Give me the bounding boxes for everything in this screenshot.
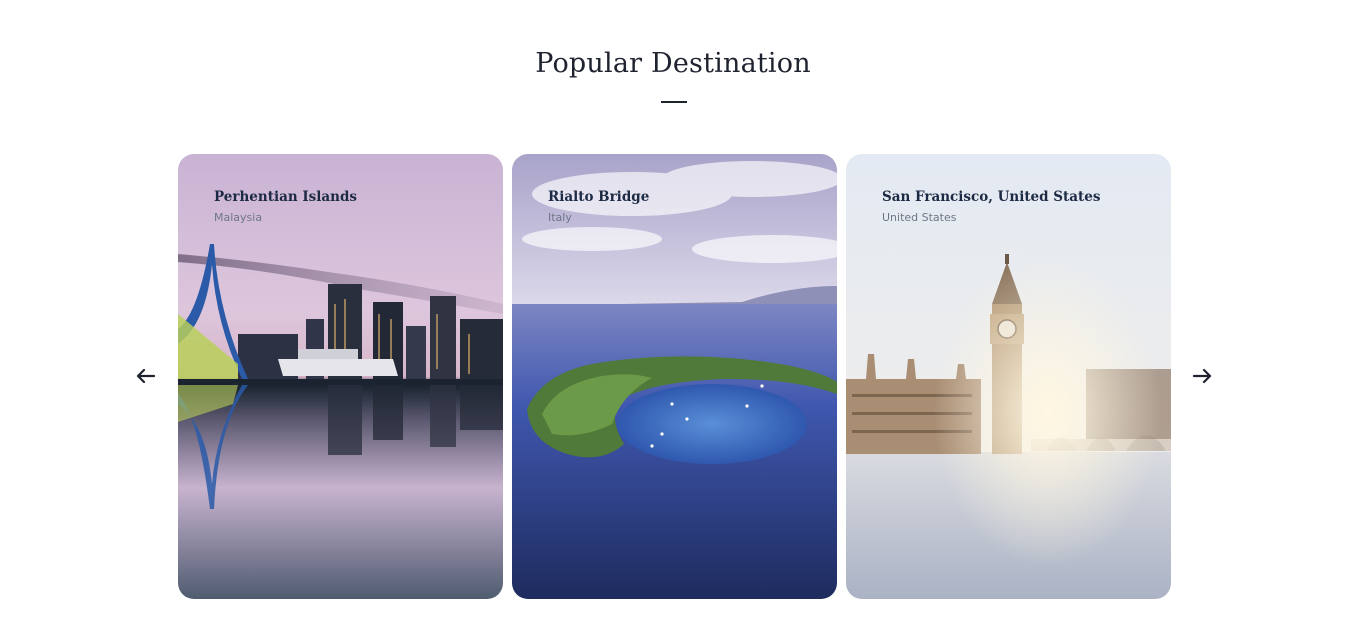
title-underline <box>661 101 687 103</box>
destination-card-rialto[interactable]: Rialto Bridge Italy <box>512 154 837 599</box>
destination-card-san-francisco[interactable]: San Francisco, United States United Stat… <box>846 154 1171 599</box>
section-title: Popular Destination <box>535 48 811 79</box>
card-subtitle: United States <box>882 211 957 224</box>
arrow-right-icon <box>1192 368 1212 384</box>
card-subtitle: Malaysia <box>214 211 263 224</box>
destination-card-perhentian[interactable]: Perhentian Islands Malaysia <box>178 154 503 599</box>
carousel-next-button[interactable] <box>1188 362 1216 390</box>
card-title: San Francisco, United States <box>882 189 1101 205</box>
carousel-prev-button[interactable] <box>132 362 160 390</box>
arrow-left-icon <box>136 368 156 384</box>
card-subtitle: Italy <box>548 211 572 224</box>
card-title: Rialto Bridge <box>548 189 650 205</box>
card-title: Perhentian Islands <box>214 189 357 205</box>
